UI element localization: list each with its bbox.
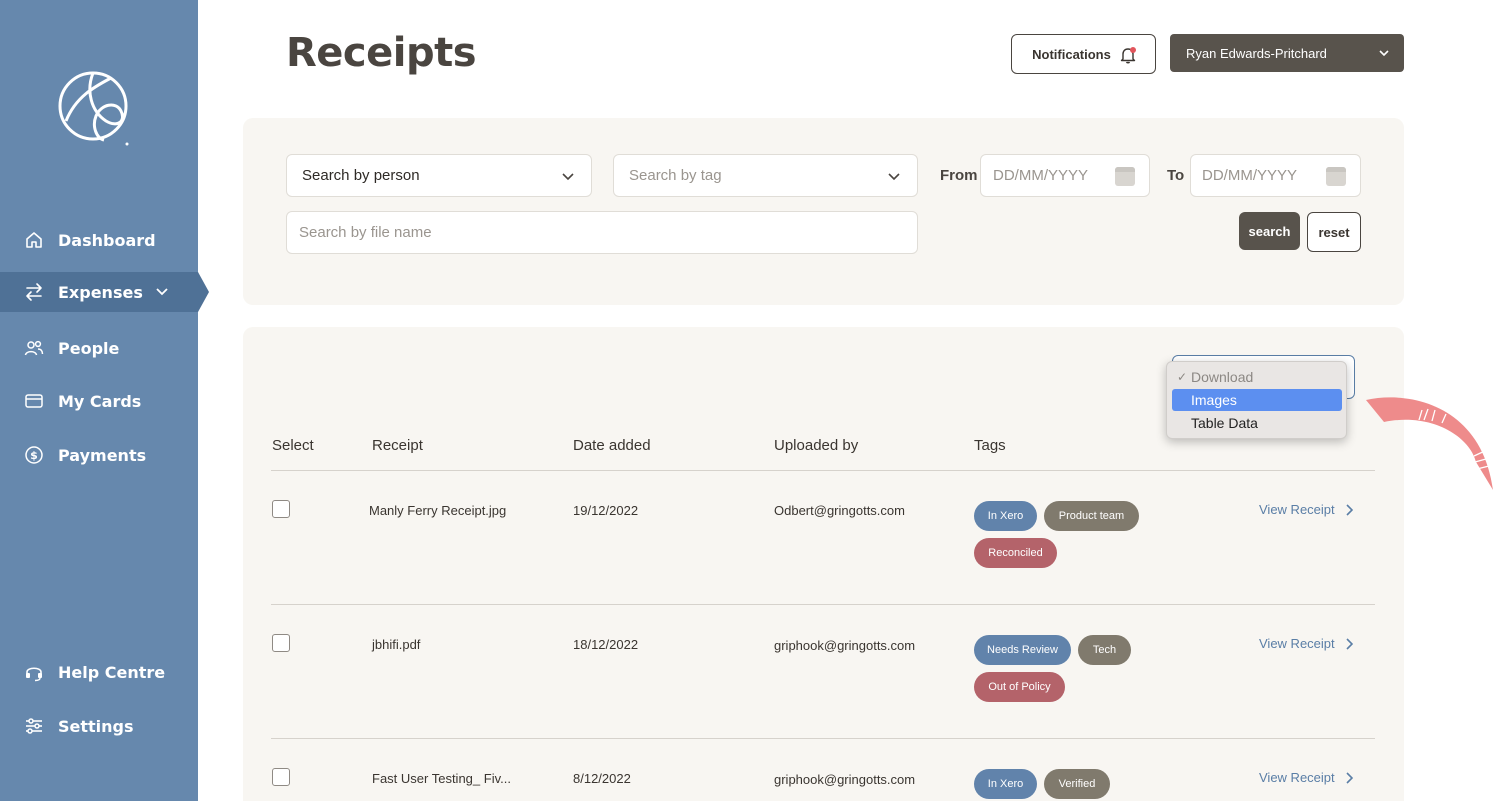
download-option-images[interactable]: Images [1172,389,1342,411]
tag-badge: In Xero [974,769,1037,799]
sidebar-item-people[interactable]: People [0,328,198,368]
uploaded-by: Odbert@gringotts.com [774,503,905,518]
sidebar-item-label: Help Centre [58,662,166,682]
from-date-input[interactable]: DD/MM/YYYY [980,154,1150,197]
sidebar-item-label: Dashboard [58,230,156,250]
date-added: 19/12/2022 [573,503,639,518]
divider [271,470,1375,471]
download-option-label: Download [1191,369,1254,385]
annotation-arrow-graphic [1366,397,1493,490]
bell-icon [1119,46,1136,64]
filename-search-input[interactable]: Search by file name [286,211,918,254]
chevron-down-icon [888,173,900,181]
view-receipt-label: View Receipt [1259,636,1335,651]
column-header-receipt: Receipt [372,437,423,454]
receipt-file-name[interactable]: Fast User Testing_ Fiv... [372,771,511,786]
view-receipt-link[interactable]: View Receipt [1259,502,1353,517]
user-name: Ryan Edwards-Pritchard [1186,45,1327,61]
tag-badge: Verified [1044,769,1110,799]
tag-select-placeholder: Search by tag [629,167,722,184]
sliders-icon [24,716,44,736]
dollar-circle-icon: $ [24,445,44,465]
tag-badge: In Xero [974,501,1037,531]
row-checkbox[interactable] [272,768,290,786]
calendar-icon[interactable] [1326,167,1346,186]
chevron-right-icon [1346,637,1353,650]
column-header-uploaded-by: Uploaded by [774,437,859,454]
chevron-down-icon[interactable] [155,285,169,299]
filename-placeholder: Search by file name [299,224,432,241]
download-option-header: ✓ Download [1172,366,1342,388]
people-icon [24,338,44,358]
divider [271,738,1375,739]
view-receipt-label: View Receipt [1259,770,1335,785]
view-receipt-link[interactable]: View Receipt [1259,636,1353,651]
person-select-value: Search by person [302,167,420,184]
tag-badge: Product team [1044,501,1139,531]
sidebar-item-label: Settings [58,716,134,736]
receipt-file-name[interactable]: jbhifi.pdf [372,637,420,652]
search-button[interactable]: search [1239,212,1300,250]
user-menu-dropdown[interactable]: Ryan Edwards-Pritchard [1170,34,1404,72]
download-option-table-data[interactable]: Table Data [1172,412,1342,434]
sidebar-item-expenses[interactable]: Expenses [0,272,209,312]
notifications-label: Notifications [1032,46,1111,62]
uploaded-by: griphook@gringotts.com [774,638,916,653]
card-icon [24,391,44,411]
to-label: To [1167,167,1185,184]
view-receipt-link[interactable]: View Receipt [1259,770,1353,785]
tag-badge: Reconciled [974,538,1057,568]
from-date-placeholder: DD/MM/YYYY [993,167,1089,184]
headset-icon [24,662,44,682]
chevron-right-icon [1346,503,1353,516]
column-header-tags: Tags [974,437,1006,454]
sidebar-item-settings[interactable]: Settings [0,706,198,746]
notifications-button[interactable]: Notifications [1011,34,1156,74]
home-icon [24,230,44,250]
checkmark-icon: ✓ [1177,370,1188,384]
date-added: 18/12/2022 [573,637,639,652]
sidebar-item-label: Expenses [58,282,143,302]
sidebar-item-label: My Cards [58,391,142,411]
uploaded-by: griphook@gringotts.com [774,772,916,787]
date-added: 8/12/2022 [573,771,631,786]
download-option-label: Images [1191,392,1237,408]
sidebar-item-help-centre[interactable]: Help Centre [0,652,198,692]
tag-badge: Tech [1078,635,1131,665]
svg-text:$: $ [30,449,38,462]
person-select[interactable]: Search by person [286,154,592,197]
download-menu: ✓ Download Images Table Data [1166,361,1347,439]
sidebar-item-label: People [58,338,120,358]
sidebar-item-label: Payments [58,445,147,465]
chevron-down-icon [562,173,574,181]
company-logo [58,71,129,146]
tag-badge: Needs Review [974,635,1071,665]
chevron-right-icon [1346,771,1353,784]
tag-select[interactable]: Search by tag [613,154,918,197]
transfer-arrows-icon [24,282,44,302]
column-header-date-added: Date added [573,437,651,454]
from-label: From [940,167,978,184]
chevron-down-icon [1379,50,1389,57]
column-header-select: Select [272,437,314,454]
calendar-icon[interactable] [1115,167,1135,186]
to-date-placeholder: DD/MM/YYYY [1202,167,1298,184]
sidebar-item-my-cards[interactable]: My Cards [0,381,198,421]
row-checkbox[interactable] [272,634,290,652]
divider [271,604,1375,605]
download-option-label: Table Data [1191,415,1258,431]
view-receipt-label: View Receipt [1259,502,1335,517]
reset-button[interactable]: reset [1307,212,1361,252]
sidebar: Dashboard Expenses People My Cards $ Pay… [0,0,209,801]
row-checkbox[interactable] [272,500,290,518]
page-title: Receipts [286,30,477,76]
sidebar-item-payments[interactable]: $ Payments [0,435,198,475]
receipt-file-name[interactable]: Manly Ferry Receipt.jpg [369,503,506,518]
sidebar-item-dashboard[interactable]: Dashboard [0,220,198,260]
tag-badge: Out of Policy [974,672,1065,702]
to-date-input[interactable]: DD/MM/YYYY [1190,154,1361,197]
